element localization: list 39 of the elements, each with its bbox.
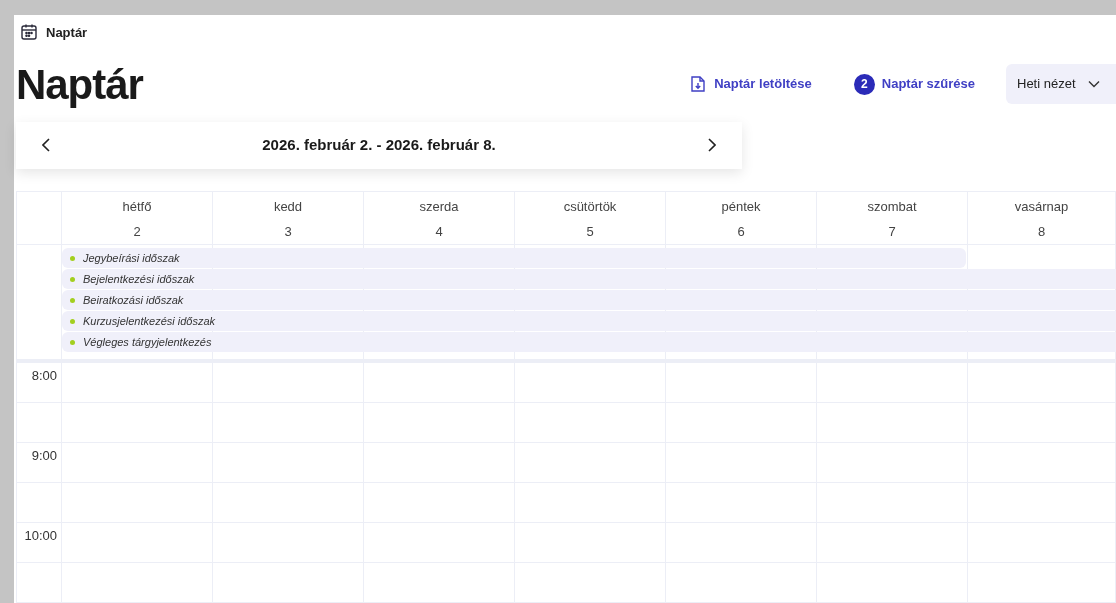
- day-name: csütörtök: [563, 198, 617, 216]
- download-file-icon: [690, 75, 707, 94]
- event-title: Végleges tárgyjelentkezés: [83, 334, 212, 350]
- event-title: Jegybeírási időszak: [83, 250, 180, 266]
- all-day-event[interactable]: Jegybeírási időszak: [62, 248, 966, 268]
- all-day-event[interactable]: Bejelentkezési időszak: [62, 269, 1116, 289]
- day-name: szombat: [867, 198, 917, 216]
- day-date: 5: [586, 222, 594, 241]
- chevron-down-icon: [1087, 80, 1100, 89]
- event-title: Kurzusjelentkezési időszak: [83, 313, 216, 329]
- window-title: Naptár: [46, 23, 88, 42]
- day-date: 3: [284, 222, 292, 241]
- view-dropdown[interactable]: Heti nézet: [1006, 64, 1116, 105]
- day-name: szerda: [419, 198, 459, 216]
- day-date: 8: [1037, 222, 1046, 241]
- chevron-right-icon: [708, 138, 716, 153]
- week-range: 2026. február 2. - 2026. február 8.: [261, 135, 497, 156]
- event-title: Beiratkozási időszak: [83, 292, 184, 308]
- day-name: hétfő: [122, 198, 152, 216]
- all-day-event[interactable]: Kurzusjelentkezési időszak: [62, 311, 1116, 331]
- day-date: 6: [737, 222, 745, 241]
- all-day-event[interactable]: Végleges tárgyjelentkezés: [62, 332, 1116, 352]
- day-date: 2: [133, 222, 141, 241]
- chevron-left-icon: [42, 138, 50, 153]
- download-link[interactable]: Naptár letöltése: [690, 74, 812, 94]
- time-label: 10:00: [24, 527, 57, 545]
- event-title: Bejelentkezési időszak: [83, 271, 195, 287]
- day-name: péntek: [721, 198, 761, 216]
- time-label: 8:00: [31, 367, 57, 385]
- all-day-event[interactable]: Beiratkozási időszak: [62, 290, 1116, 310]
- filter-link[interactable]: 2 Naptár szűrése: [853, 73, 975, 95]
- page-heading: Naptár: [16, 59, 143, 110]
- day-name: vasárnap: [1014, 198, 1069, 216]
- filter-count-badge: 2: [853, 73, 875, 95]
- day-date: 7: [888, 222, 896, 241]
- calendar-icon: [20, 23, 38, 42]
- day-date: 4: [435, 222, 443, 241]
- day-name: kedd: [273, 198, 303, 216]
- time-label: 9:00: [31, 447, 57, 465]
